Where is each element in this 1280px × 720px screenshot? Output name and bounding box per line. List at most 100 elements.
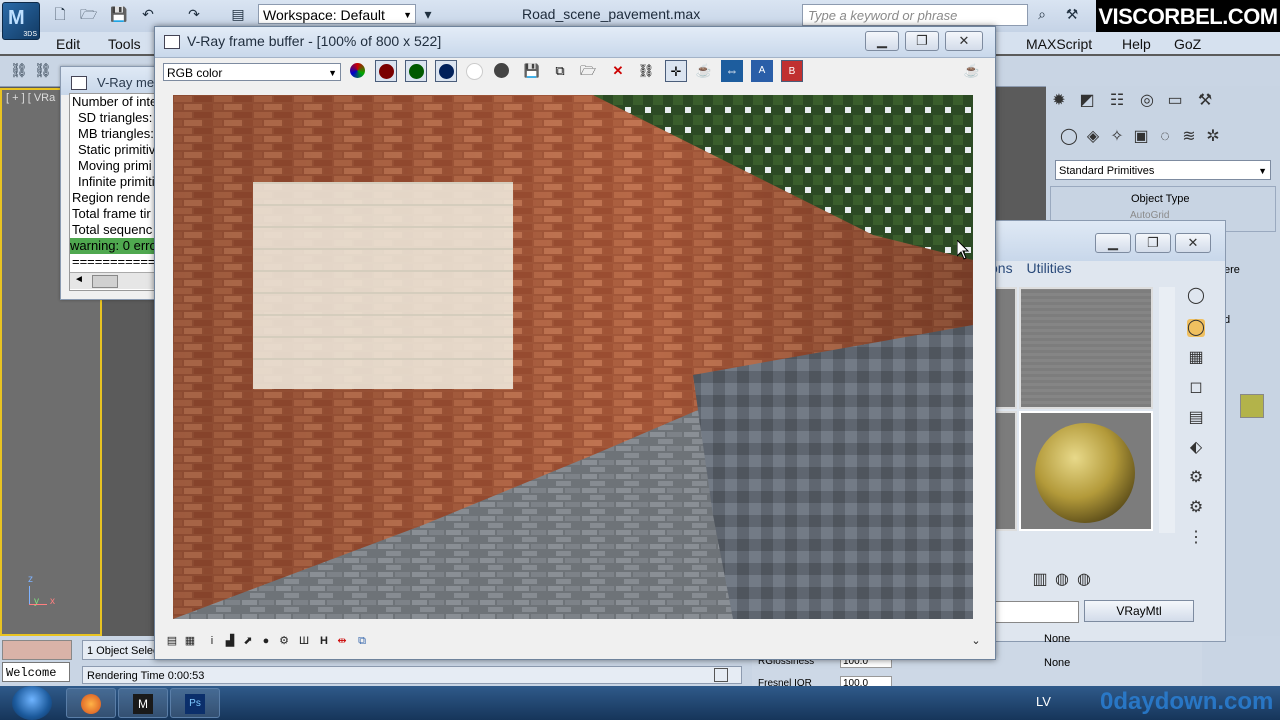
menu-edit[interactable]: Edit <box>56 36 80 52</box>
menu-tools[interactable]: Tools <box>108 36 141 52</box>
taskbar-photoshop[interactable]: Ps <box>170 688 220 718</box>
space-warps-icon[interactable]: ≋ <box>1180 128 1198 146</box>
red-channel-icon[interactable] <box>375 60 397 82</box>
geometry-icon[interactable]: ◯ <box>1060 128 1078 146</box>
show-history-icon[interactable]: ▤ <box>165 634 179 648</box>
stereo-icon[interactable]: ⧉ <box>355 634 369 648</box>
open-icon[interactable]: 🗁 <box>577 60 599 82</box>
backlight-icon[interactable]: ◯ <box>1187 319 1205 337</box>
show-end-result-icon[interactable]: ◍ <box>1053 571 1071 589</box>
clear-icon[interactable]: ✕ <box>607 60 629 82</box>
open-file-icon[interactable]: 🗁 <box>80 6 97 22</box>
maximize-button[interactable]: ❐ <box>1135 233 1171 253</box>
object-color-swatch[interactable] <box>1240 394 1264 418</box>
save-icon[interactable]: 💾 <box>521 60 543 82</box>
taskbar-firefox[interactable] <box>66 688 116 718</box>
options-icon[interactable]: ⚙ <box>1187 469 1205 487</box>
levels-icon[interactable]: ▟ <box>223 634 237 648</box>
language-indicator[interactable]: LV <box>1036 694 1051 709</box>
map-slot-button[interactable]: None <box>1044 633 1070 645</box>
sample-slot-active[interactable] <box>1019 411 1153 531</box>
exposure-icon[interactable]: ● <box>259 634 273 648</box>
close-button[interactable]: ✕ <box>945 31 983 51</box>
new-file-icon[interactable]: 🗋 <box>52 6 68 22</box>
channel-dropdown[interactable]: RGB color ▼ <box>163 63 341 81</box>
save-all-icon[interactable]: ⧉ <box>549 60 571 82</box>
minimize-button[interactable]: ▁ <box>865 31 899 51</box>
object-type-title[interactable]: Object Type <box>1131 193 1190 205</box>
mono-icon[interactable] <box>491 60 513 82</box>
render-teapot-icon[interactable]: ☕ <box>693 60 715 82</box>
unlink-icon[interactable]: ⛓ <box>34 62 52 78</box>
select-by-material-icon[interactable]: ⚙ <box>1187 499 1205 517</box>
cameras-icon[interactable]: ▣ <box>1132 128 1150 146</box>
compare-a-icon[interactable]: A <box>751 60 773 82</box>
material-map-navigator-icon[interactable]: ⋮ <box>1187 529 1205 547</box>
lights-icon[interactable]: ✧ <box>1108 128 1126 146</box>
project-folder-icon[interactable]: ▤ <box>230 6 246 22</box>
color-corrections-icon[interactable]: ▦ <box>183 634 197 648</box>
maxscript-listener-mini[interactable] <box>2 640 72 660</box>
close-button[interactable]: ✕ <box>1175 233 1211 253</box>
video-color-check-icon[interactable]: ▤ <box>1187 409 1205 427</box>
pixel-aspect-icon[interactable]: ⇹ <box>335 634 349 648</box>
menu-goz[interactable]: GoZ <box>1174 36 1201 52</box>
scrollbar-thumb[interactable] <box>92 275 118 288</box>
max-application-button[interactable]: M 3DS <box>2 2 40 40</box>
compare-b-icon[interactable]: B <box>781 60 803 82</box>
scroll-left-icon[interactable]: ◄ <box>74 274 84 285</box>
lut-icon[interactable]: Ш <box>297 634 311 648</box>
expand-panel-icon[interactable]: ⌄ <box>969 634 983 648</box>
blue-channel-icon[interactable] <box>435 60 457 82</box>
curves-icon[interactable]: ⬈ <box>241 634 255 648</box>
menu-help[interactable]: Help <box>1122 36 1151 52</box>
go-to-parent-icon[interactable]: ◍ <box>1075 571 1093 589</box>
utilities-tab-icon[interactable]: ⚒ <box>1196 92 1214 110</box>
sample-slot[interactable] <box>993 287 1017 409</box>
redo-icon[interactable]: ↷ <box>186 6 202 22</box>
lens-effects-icon[interactable]: ⇔ <box>721 60 743 82</box>
helpers-icon[interactable]: ◌ <box>1156 128 1174 146</box>
sample-slot[interactable] <box>1019 287 1153 409</box>
green-channel-icon[interactable] <box>405 60 427 82</box>
start-button[interactable] <box>12 686 52 720</box>
taskbar-3dsmax[interactable]: M <box>118 688 168 718</box>
sample-type-icon[interactable]: ◯ <box>1187 287 1205 305</box>
region-render-icon[interactable]: ✛ <box>665 60 687 82</box>
quick-access-menu-icon[interactable]: ▾ <box>420 6 436 22</box>
srgb-icon[interactable]: ⚙ <box>277 634 291 648</box>
sample-slot[interactable] <box>993 411 1017 531</box>
link-icon[interactable]: ⛓ <box>635 60 657 82</box>
hierarchy-tab-icon[interactable]: ☷ <box>1108 92 1126 110</box>
rendered-image[interactable] <box>173 95 973 619</box>
alpha-channel-icon[interactable] <box>463 60 485 82</box>
sample-slots-scrollbar[interactable] <box>1159 287 1175 533</box>
motion-tab-icon[interactable]: ◎ <box>1138 92 1156 110</box>
uv-tiling-icon[interactable]: ◻ <box>1187 379 1205 397</box>
make-preview-icon[interactable]: ⬖ <box>1187 439 1205 457</box>
systems-icon[interactable]: ✲ <box>1204 128 1222 146</box>
show-map-icon[interactable]: ▥ <box>1031 571 1049 589</box>
save-file-icon[interactable]: 💾 <box>110 6 127 22</box>
modify-tab-icon[interactable]: ◩ <box>1078 92 1096 110</box>
viewport-label[interactable]: [ + ] [ VRa <box>6 92 55 104</box>
primitive-button-partial[interactable]: ere <box>1224 264 1240 276</box>
link-icon[interactable]: ⛓ <box>10 62 28 78</box>
background-icon[interactable]: ▦ <box>1187 349 1205 367</box>
tools-icon[interactable]: ⚒ <box>1064 6 1080 22</box>
undo-icon[interactable]: ↶ <box>140 6 156 22</box>
search-input[interactable]: Type a keyword or phrase <box>802 4 1028 26</box>
minimize-button[interactable]: ▁ <box>1095 233 1131 253</box>
maximize-button[interactable]: ❐ <box>905 31 939 51</box>
menu-utilities[interactable]: Utilities <box>1026 260 1071 276</box>
lock-selection-icon[interactable] <box>714 668 728 682</box>
shapes-icon[interactable]: ◈ <box>1084 128 1102 146</box>
info-icon[interactable]: i <box>205 634 219 648</box>
map-slot-button[interactable]: None <box>1044 657 1070 669</box>
maxscript-mini-listener[interactable]: Welcome <box>2 662 70 682</box>
material-name-field[interactable] <box>991 601 1079 623</box>
workspace-dropdown[interactable]: Workspace: Default ▼ <box>258 4 416 24</box>
binoculars-icon[interactable]: ⌕ <box>1034 6 1050 22</box>
material-type-button[interactable]: VRayMtl <box>1084 600 1194 622</box>
menu-maxscript[interactable]: MAXScript <box>1026 36 1092 52</box>
